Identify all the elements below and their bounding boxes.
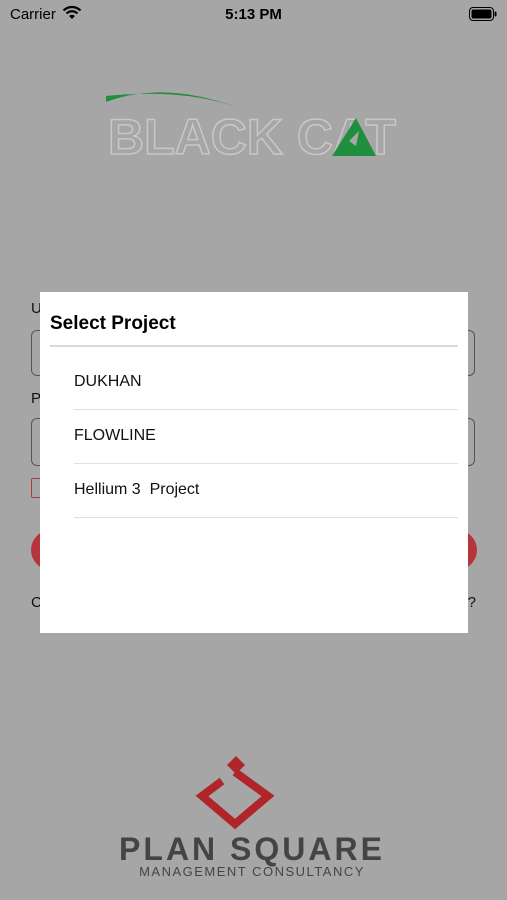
status-bar: Carrier 5:13 PM [0, 0, 507, 28]
battery-icon [469, 7, 497, 26]
dialog-title: Select Project [50, 313, 176, 334]
project-label: Hellium 3 Project [74, 481, 200, 498]
project-item-flowline[interactable]: FLOWLINE [74, 410, 458, 464]
status-time: 5:13 PM [225, 6, 282, 23]
project-label: DUKHAN [74, 373, 142, 390]
plan-square-emblem-icon [195, 756, 275, 830]
dialog-divider [50, 345, 458, 347]
select-project-dialog: Select Project DUKHAN FLOWLINE Hellium 3… [40, 292, 468, 633]
plan-square-logo: PLAN SQUARE MANAGEMENT CONSULTANCY [96, 752, 408, 882]
black-cat-logo: BLACK CAT [104, 86, 404, 166]
project-label: FLOWLINE [74, 427, 156, 444]
project-item-dukhan[interactable]: DUKHAN [74, 356, 458, 410]
plan-square-name: PLAN SQUARE [119, 831, 385, 867]
project-item-hellium[interactable]: Hellium 3 Project [74, 464, 458, 518]
plan-square-tagline: MANAGEMENT CONSULTANCY [139, 864, 365, 879]
forgot-link[interactable]: ? [468, 594, 476, 611]
